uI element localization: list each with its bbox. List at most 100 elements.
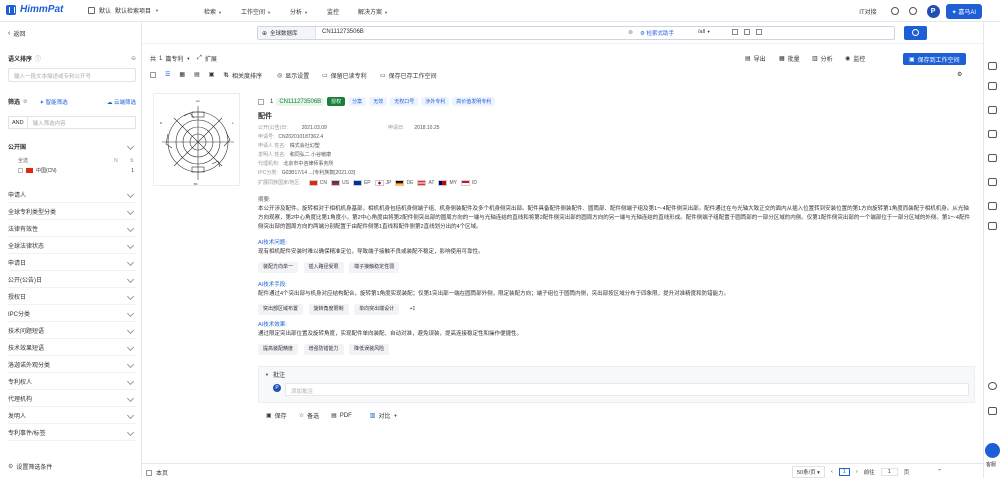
sort-relevance-button[interactable]: ⇅ 相关度排序 bbox=[224, 71, 262, 80]
workspace-selector[interactable]: 默认 默认检索项目 ▼ bbox=[88, 6, 159, 15]
grid-view-icon[interactable]: ▦ bbox=[179, 71, 185, 78]
query-assistant-button[interactable]: ⚙ 检索式助手 bbox=[640, 29, 674, 37]
save-action[interactable]: ▣ 保存 bbox=[266, 411, 287, 420]
checkbox[interactable] bbox=[150, 71, 156, 78]
checkbox[interactable] bbox=[146, 469, 152, 476]
problem-chip[interactable]: 插入路径受限 bbox=[303, 262, 344, 273]
document-icon[interactable] bbox=[988, 154, 997, 162]
image-view-icon[interactable]: ▣ bbox=[209, 71, 215, 78]
result-count-suffix[interactable]: 篇专利 bbox=[165, 54, 183, 63]
smart-filter-button[interactable]: ✦ 智能筛选 bbox=[40, 98, 68, 106]
inventor-value[interactable]: 和同弘二 小谷敏康 bbox=[290, 152, 331, 158]
effect-chip[interactable]: 提高装配精度 bbox=[258, 344, 299, 355]
list-view-icon[interactable]: ☰ bbox=[165, 71, 170, 78]
flag-code[interactable]: DE bbox=[406, 180, 413, 186]
database-selector[interactable]: ⊕ 全球数据库 bbox=[258, 27, 316, 39]
flag-code[interactable]: JP bbox=[386, 180, 392, 186]
compare-action[interactable]: ▥ 对比 ▼ bbox=[370, 411, 398, 420]
patent-title[interactable]: 配件 bbox=[258, 111, 272, 121]
problem-chip[interactable]: 装配方向单一 bbox=[258, 262, 299, 273]
goto-input[interactable]: 1 bbox=[880, 468, 898, 476]
tree-item-event-tag[interactable]: 专利事件/标签 bbox=[8, 424, 136, 441]
agent-value[interactable]: 北京市中咨律师事务所 bbox=[283, 161, 333, 167]
edit-icon[interactable] bbox=[988, 222, 997, 230]
tree-item-tech-problem[interactable]: 技术问题短语 bbox=[8, 322, 136, 339]
expand-icon[interactable] bbox=[744, 29, 750, 35]
search-input[interactable]: CN111273506B bbox=[322, 29, 364, 35]
flag-code[interactable]: AT bbox=[428, 180, 434, 186]
help-icon[interactable] bbox=[908, 7, 917, 15]
tree-item-app-date[interactable]: 申请日 bbox=[8, 254, 136, 271]
tree-item-legal-validity[interactable]: 法律有效性 bbox=[8, 220, 136, 237]
clear-icon[interactable]: ⊗ bbox=[628, 29, 633, 36]
back-link[interactable]: ‹ 返回 bbox=[8, 29, 136, 38]
current-page[interactable]: 1 bbox=[838, 468, 850, 476]
nav-item-workspace[interactable]: 工作空间 ▼ bbox=[241, 7, 271, 16]
tree-item-pub-date[interactable]: 公开(公告)日 bbox=[8, 271, 136, 288]
tree-item-patent-type[interactable]: 全球专利类型分类 bbox=[8, 203, 136, 220]
select-all-label[interactable]: 全选 bbox=[18, 157, 28, 164]
means-chip[interactable]: 旋转角度限制 bbox=[308, 304, 349, 315]
it-integration-link[interactable]: IT对接 bbox=[859, 7, 876, 16]
tree-item-legal-status[interactable]: 全球法律状态 bbox=[8, 237, 136, 254]
flag-code[interactable]: ID bbox=[472, 180, 477, 186]
sort-n-label[interactable]: N bbox=[114, 158, 118, 164]
select-page[interactable]: 本页 bbox=[146, 468, 168, 477]
applicant-value[interactable]: 株式会社幻塑 bbox=[290, 143, 320, 149]
keep-read-button[interactable]: ▭ 保留已读专利 bbox=[322, 71, 367, 80]
customer-service-icon[interactable] bbox=[985, 443, 1000, 458]
user-avatar[interactable]: P bbox=[926, 4, 940, 18]
export-button[interactable]: ▤ 导出 bbox=[745, 54, 766, 63]
tree-item-grant-date[interactable]: 授权日 bbox=[8, 288, 136, 305]
next-page-icon[interactable]: › bbox=[856, 469, 858, 475]
back-to-top-icon[interactable]: ⌃ bbox=[937, 469, 942, 475]
clock-icon[interactable] bbox=[988, 382, 997, 390]
display-settings-button[interactable]: ◎ 显示设置 bbox=[277, 71, 309, 80]
nav-item-analysis[interactable]: 分析 ▼ bbox=[290, 7, 308, 16]
search-box[interactable]: ⊕ 全球数据库 CN111273506B ⊗ ⚙ 检索式助手 /all ▼ bbox=[257, 26, 895, 40]
and-selector[interactable]: AND bbox=[8, 116, 28, 129]
table-view-icon[interactable]: ▤ bbox=[194, 71, 200, 78]
sort-icon[interactable]: ⇅ bbox=[130, 158, 134, 164]
flag-code[interactable]: CN bbox=[320, 180, 327, 186]
flag-code[interactable]: EP bbox=[364, 180, 371, 186]
expand-button[interactable]: ⤢ 扩展 bbox=[197, 54, 217, 63]
tag-icon[interactable] bbox=[988, 178, 997, 186]
batch-button[interactable]: ▦ 批量 bbox=[779, 54, 800, 63]
checkbox[interactable] bbox=[258, 98, 264, 105]
share-icon[interactable] bbox=[988, 407, 997, 415]
info-icon[interactable]: ⓘ bbox=[35, 54, 41, 63]
collapse-icon[interactable]: ⊖ bbox=[131, 55, 136, 62]
nav-item-monitor[interactable]: 监控 bbox=[327, 7, 339, 16]
note-input[interactable]: 添加批注 bbox=[285, 383, 969, 396]
history-icon[interactable] bbox=[756, 29, 762, 35]
nav-item-solutions[interactable]: 解决方案 ▼ bbox=[358, 7, 388, 16]
tree-item-tech-effect[interactable]: 技术效果短语 bbox=[8, 339, 136, 356]
save-to-workspace-button[interactable]: ▣ 保存到工作空间 bbox=[903, 53, 966, 65]
cloud-filter-button[interactable]: ☁ 云端筛选 bbox=[107, 98, 136, 106]
tree-item-locarno[interactable]: 洛迦诺外观分类 bbox=[8, 356, 136, 373]
analysis-button[interactable]: ▥ 分析 bbox=[812, 54, 833, 63]
briefcase-icon[interactable] bbox=[988, 130, 997, 138]
tree-item-ipc[interactable]: IPC分类 bbox=[8, 305, 136, 322]
copy-icon[interactable] bbox=[732, 29, 738, 35]
layers-icon[interactable] bbox=[988, 106, 997, 114]
country-option-cn[interactable]: 中国(CN) 1 bbox=[18, 167, 134, 174]
app-logo[interactable]: HimmPat bbox=[6, 4, 63, 15]
candidate-action[interactable]: ☆ 备选 bbox=[299, 411, 319, 420]
keep-workspace-button[interactable]: ▭ 保存已存工作空间 bbox=[380, 71, 437, 80]
ipc-value[interactable]: G03B17/14 ...(专利族数[2021.03] bbox=[282, 170, 355, 176]
calendar-icon[interactable] bbox=[988, 202, 997, 210]
notification-icon[interactable] bbox=[890, 7, 899, 15]
monitor-button[interactable]: ◉ 监控 bbox=[845, 54, 865, 63]
bookmark-icon[interactable] bbox=[988, 82, 997, 90]
problem-chip[interactable]: 端子接触稳定性弱 bbox=[349, 262, 400, 273]
prev-page-icon[interactable]: ‹ bbox=[831, 469, 833, 475]
effect-chip[interactable]: 增强防错能力 bbox=[303, 344, 344, 355]
tree-item-inventor[interactable]: 发明人 bbox=[8, 407, 136, 424]
means-chip[interactable]: 单向突出端设计 bbox=[354, 304, 400, 315]
tree-item-publication-country[interactable]: 公开国 bbox=[8, 138, 136, 155]
flag-code[interactable]: MY bbox=[449, 180, 457, 186]
note-header[interactable]: ▼ 批注 bbox=[265, 370, 285, 379]
tree-item-patentee[interactable]: 专利权人 bbox=[8, 373, 136, 390]
